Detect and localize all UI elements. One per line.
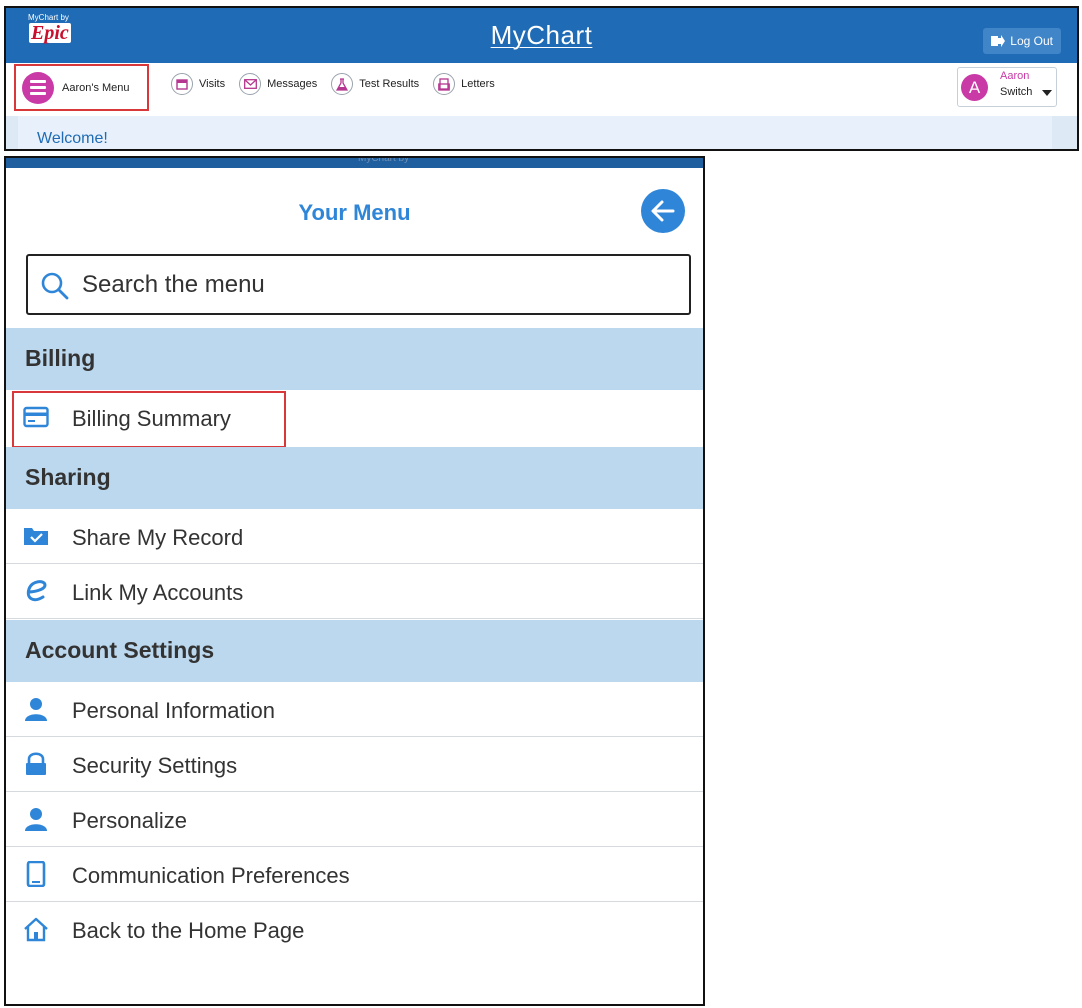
menu-item-label: Link My Accounts	[72, 580, 244, 605]
section-billing: Billing	[6, 328, 703, 390]
logout-button[interactable]: Log Out	[983, 28, 1061, 54]
menu-item-label: Security Settings	[72, 753, 238, 778]
arrow-left-icon	[651, 200, 675, 222]
menu-item-back-to-home[interactable]: Back to the Home Page	[6, 902, 703, 957]
menu-item-label: Back to the Home Page	[72, 918, 305, 943]
panel-top-edge: MyChart by	[6, 158, 703, 168]
person-icon	[23, 806, 49, 832]
nav-bar: Aaron's Menu Visits Messages Test Result…	[6, 63, 1077, 117]
user-name: Aaron	[1000, 70, 1030, 82]
welcome-strip: Welcome!	[6, 116, 1077, 149]
section-account-settings: Account Settings	[6, 620, 703, 682]
person-icon	[23, 696, 49, 722]
section-billing-title: Billing	[25, 345, 96, 371]
mychart-header-screenshot: MyChart by Epic MyChart Log Out Aaron's …	[4, 6, 1079, 151]
menu-item-personal-information[interactable]: Personal Information	[6, 682, 703, 737]
nav-visits-label: Visits	[199, 78, 226, 90]
menu-item-share-my-record[interactable]: Share My Record	[6, 509, 703, 564]
section-account-settings-title: Account Settings	[25, 637, 215, 663]
app-title: MyChart	[6, 20, 1077, 51]
section-sharing-title: Sharing	[25, 464, 111, 490]
menu-panel-screenshot: MyChart by Your Menu Billing Billing Sum…	[4, 156, 705, 1006]
avatar: A	[961, 74, 988, 101]
menu-item-link-my-accounts[interactable]: Link My Accounts	[6, 564, 703, 619]
welcome-heading: Welcome!	[37, 130, 108, 147]
section-sharing: Sharing	[6, 447, 703, 509]
letter-icon	[433, 73, 456, 95]
lock-icon	[23, 751, 49, 777]
search-input[interactable]	[80, 264, 674, 306]
nav-messages[interactable]: Messages	[239, 73, 317, 95]
welcome-panel	[18, 116, 1052, 149]
link-e-icon	[23, 578, 49, 604]
nav-links: Visits Messages Test Results Letters	[171, 73, 495, 95]
flask-icon	[331, 73, 354, 95]
menu-item-billing-summary[interactable]: Billing Summary	[6, 390, 703, 445]
phone-icon	[23, 860, 49, 888]
top-bar: MyChart by Epic MyChart Log Out	[6, 8, 1077, 63]
logout-label: Log Out	[1010, 34, 1053, 48]
folder-share-icon	[23, 523, 49, 549]
home-icon	[23, 916, 49, 942]
search-icon	[41, 272, 69, 300]
menu-item-personalize[interactable]: Personalize	[6, 792, 703, 847]
menu-item-security-settings[interactable]: Security Settings	[6, 737, 703, 792]
switch-label: Switch	[1000, 86, 1033, 98]
menu-item-label: Personalize	[72, 808, 187, 833]
nav-letters-label: Letters	[461, 78, 495, 90]
nav-messages-label: Messages	[267, 78, 318, 90]
menu-item-label: Share My Record	[72, 525, 244, 550]
nav-letters[interactable]: Letters	[433, 73, 495, 95]
credit-card-icon	[23, 404, 49, 430]
menu-item-label: Personal Information	[72, 698, 275, 723]
menu-item-label: Billing Summary	[72, 406, 231, 431]
user-switcher[interactable]: A Aaron Switch	[957, 67, 1057, 107]
menu-button[interactable]: Aaron's Menu	[14, 64, 149, 111]
logout-icon	[991, 35, 1006, 47]
app-title-text: MyChart	[490, 20, 593, 50]
menu-button-label: Aaron's Menu	[62, 81, 130, 94]
search-box[interactable]	[26, 254, 691, 315]
hamburger-icon	[22, 71, 54, 104]
menu-item-communication-preferences[interactable]: Communication Preferences	[6, 847, 703, 902]
nav-visits[interactable]: Visits	[171, 73, 225, 95]
nav-test-results-label: Test Results	[359, 78, 420, 90]
panel-title: Your Menu	[298, 200, 411, 225]
chevron-down-icon	[1042, 90, 1052, 96]
nav-test-results[interactable]: Test Results	[331, 73, 419, 95]
menu-item-label: Communication Preferences	[72, 863, 350, 888]
panel-top-cut-text: MyChart by	[358, 156, 410, 164]
envelope-icon	[239, 73, 262, 95]
back-button[interactable]	[641, 189, 685, 233]
calendar-icon	[171, 73, 193, 95]
